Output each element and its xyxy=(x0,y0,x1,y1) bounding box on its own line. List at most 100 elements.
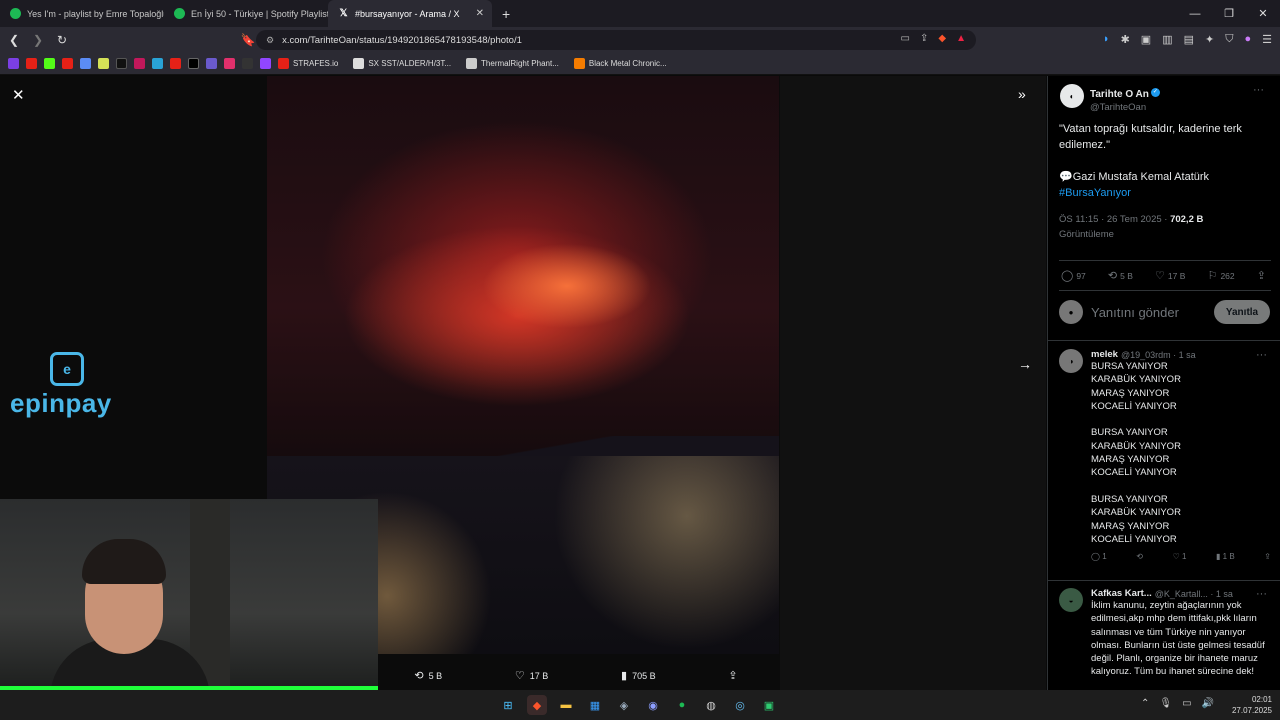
timestamp[interactable]: ÖS 11:15 · 26 Tem 2025 · xyxy=(1059,214,1170,225)
minimize-icon[interactable]: — xyxy=(1178,0,1212,27)
leo-icon[interactable]: ✦ xyxy=(1205,33,1214,46)
youtube-icon[interactable] xyxy=(62,58,73,69)
file-explorer-icon[interactable]: ▬ xyxy=(556,695,576,715)
close-icon[interactable]: ✕ xyxy=(12,86,25,104)
views-button[interactable]: ▮ 705 B xyxy=(621,669,656,682)
like-button[interactable]: ♡ 1 xyxy=(1173,552,1187,561)
reply-author-name[interactable]: melek xyxy=(1091,349,1118,360)
steam-icon[interactable]: ◎ xyxy=(730,695,750,715)
bookmark-black-metal[interactable]: Black Metal Chronic... xyxy=(573,58,667,69)
bookmark-icon[interactable]: 🔖 xyxy=(238,33,258,47)
share-icon[interactable]: ⇪ xyxy=(920,33,928,44)
avatar[interactable]: ◒ xyxy=(1059,588,1083,612)
reply-item[interactable]: ◑ melek @19_03rdm · 1 sa BURSA YANIYOR KA… xyxy=(1059,349,1271,561)
close-window-icon[interactable]: ✕ xyxy=(1246,0,1280,27)
microphone-icon[interactable]: 🎙 xyxy=(1159,698,1172,709)
toolbar: ❮ ❯ ↻ 🔖 ⚙ x.com/TarihteOan/status/194920… xyxy=(0,27,1280,53)
reply-submit-button[interactable]: Yanıtla xyxy=(1214,300,1270,324)
tweet-author[interactable]: ◐ Tarihte O An ✓ @TarihteOan xyxy=(1060,84,1160,113)
discord-icon[interactable]: ◉ xyxy=(643,695,663,715)
reload-icon[interactable]: ↻ xyxy=(52,33,72,47)
bookmark-strafes[interactable]: STRAFES.io xyxy=(278,58,338,69)
retweet-button[interactable]: ⟲ 5 B xyxy=(1108,269,1133,282)
retweet-button[interactable]: ⟲ xyxy=(1136,552,1143,561)
x-logo-icon[interactable] xyxy=(188,58,199,69)
tiktok-icon[interactable] xyxy=(116,58,127,69)
brave-shields-icon[interactable]: ◆ xyxy=(938,33,946,44)
avatar[interactable]: ◐ xyxy=(1060,84,1084,108)
share-button[interactable]: ⇪ xyxy=(1264,552,1271,561)
more-options-icon[interactable]: ··· xyxy=(1253,84,1264,96)
expand-panel-icon[interactable]: » xyxy=(1018,86,1026,102)
like-count: 17 B xyxy=(1167,271,1186,281)
vpn-icon[interactable]: ⛉ xyxy=(1225,33,1233,46)
brave-browser-icon[interactable]: ◆ xyxy=(527,695,547,715)
reply-button[interactable]: ◯ 1 xyxy=(1091,552,1107,561)
bookmark-thermalright[interactable]: ThermalRight Phant... xyxy=(466,58,559,69)
author-handle[interactable]: @TarihteOan xyxy=(1090,102,1160,113)
youtube-icon[interactable] xyxy=(26,58,37,69)
bookmark-icon[interactable] xyxy=(80,58,91,69)
translate-icon[interactable]: ◗ xyxy=(1103,33,1110,46)
bookmark-icon[interactable] xyxy=(206,58,217,69)
bookmark-sx-sst[interactable]: SX SST/ALDER/H/3T... xyxy=(353,58,451,69)
tab-x-search[interactable]: 𝕏 #bursayanıyor - Arama / X ✕ xyxy=(328,0,492,27)
bookmark-icon[interactable] xyxy=(242,58,253,69)
more-options-icon[interactable]: ··· xyxy=(1256,349,1267,361)
reply-author-name[interactable]: Kafkas Kart... xyxy=(1091,588,1152,599)
spotify-icon[interactable]: ● xyxy=(672,695,692,715)
system-clock[interactable]: 02:01 27.07.2025 xyxy=(1232,694,1272,716)
app-icon[interactable]: ◍ xyxy=(701,695,721,715)
bookmark-icon[interactable] xyxy=(152,58,163,69)
volume-icon[interactable]: 🔊 xyxy=(1202,698,1214,709)
bookmark-button[interactable]: ⚐ 262 xyxy=(1208,269,1235,282)
next-photo-icon[interactable]: → xyxy=(1018,356,1032,372)
address-bar[interactable]: ⚙ x.com/TarihteOan/status/19492018654781… xyxy=(256,30,976,50)
reply-input[interactable]: Yanıtını gönder xyxy=(1091,305,1179,320)
more-options-icon[interactable]: ··· xyxy=(1256,588,1267,600)
network-icon[interactable]: ▭ xyxy=(1182,698,1191,709)
avatar[interactable]: ◑ xyxy=(1059,349,1083,373)
wallet-icon[interactable]: ▤ xyxy=(1184,33,1194,46)
back-icon[interactable]: ❮ xyxy=(4,33,24,47)
brave-rewards-icon[interactable]: ▲ xyxy=(956,33,966,44)
reply-item[interactable]: ◒ Kafkas Kart... @K_Kartall... · 1 sa İkl… xyxy=(1059,588,1271,679)
forward-icon[interactable]: ❯ xyxy=(28,33,48,47)
site-info-icon[interactable]: ⚙ xyxy=(266,35,274,46)
like-button[interactable]: ♡ 17 B xyxy=(515,669,548,682)
extensions-icon[interactable]: ✱ xyxy=(1121,33,1130,46)
screenshot-icon[interactable]: ▣ xyxy=(1141,33,1151,46)
share-button[interactable]: ⇪ xyxy=(1257,269,1269,282)
restore-icon[interactable]: ❐ xyxy=(1212,0,1246,27)
bookmark-label: SX SST/ALDER/H/3T... xyxy=(368,59,452,68)
bookmark-icon[interactable] xyxy=(8,58,19,69)
menu-icon[interactable]: ☰ xyxy=(1262,33,1272,46)
app-icon[interactable]: ▣ xyxy=(759,695,779,715)
tab-spotify-playlist-1[interactable]: Yes I'm - playlist by Emre Topaloğlu | xyxy=(0,0,164,27)
author-name[interactable]: Tarihte O An xyxy=(1090,89,1149,100)
bookmark-icon[interactable] xyxy=(98,58,109,69)
like-button[interactable]: ♡ 17 B xyxy=(1155,269,1185,282)
store-icon[interactable]: ▦ xyxy=(585,695,605,715)
reply-author-handle: @K_Kartall... · 1 sa xyxy=(1154,588,1233,599)
new-tab-button[interactable]: + xyxy=(502,6,510,22)
hashtag-link[interactable]: #BursaYanıyor xyxy=(1059,185,1271,201)
tray-overflow-icon[interactable]: ⌃ xyxy=(1141,698,1149,709)
bookmark-icon[interactable] xyxy=(134,58,145,69)
sidebar-icon[interactable]: ▥ xyxy=(1162,33,1172,46)
profile-icon[interactable]: ● xyxy=(1244,33,1251,46)
share-button[interactable]: ⇪ xyxy=(728,669,742,682)
windows-start-icon[interactable]: ⊞ xyxy=(498,695,518,715)
youtube-icon[interactable] xyxy=(170,58,181,69)
retweet-button[interactable]: ⟲ 5 B xyxy=(414,669,442,682)
close-tab-icon[interactable]: ✕ xyxy=(476,8,484,19)
retweet-icon: ⟲ xyxy=(414,669,424,682)
tab-spotify-playlist-2[interactable]: En İyi 50 - Türkiye | Spotify Playlist xyxy=(164,0,328,27)
twitch-icon[interactable] xyxy=(260,58,271,69)
reply-button[interactable]: ◯ 97 xyxy=(1061,269,1086,282)
cast-icon[interactable]: ▭ xyxy=(901,33,910,44)
app-icon[interactable]: ◈ xyxy=(614,695,634,715)
instagram-icon[interactable] xyxy=(224,58,235,69)
kick-icon[interactable] xyxy=(44,58,55,69)
views-button[interactable]: ▮ 1 B xyxy=(1216,552,1235,561)
